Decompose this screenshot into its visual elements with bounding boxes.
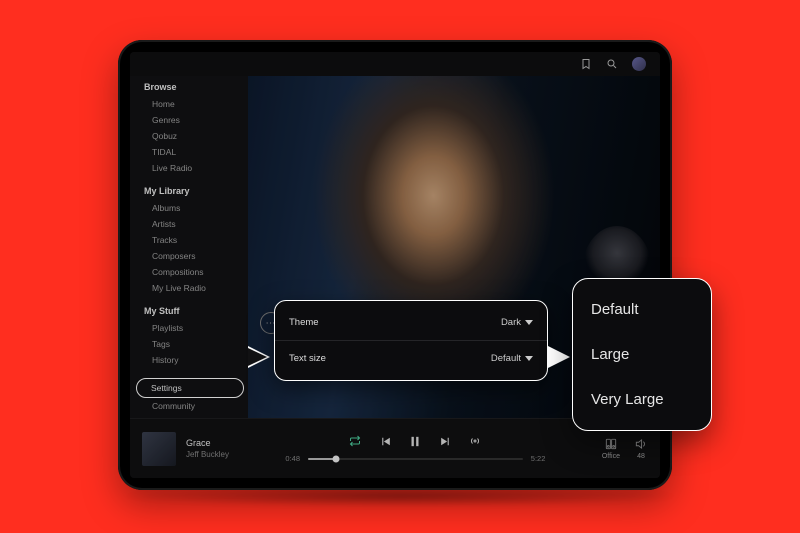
callout-arrow-2 [548,346,570,368]
track-title: Grace [186,438,229,448]
loop-button[interactable] [348,434,362,448]
progress-bar[interactable]: 0:48 5:22 [285,454,545,463]
track-thumbnail[interactable] [142,432,176,466]
avatar[interactable] [632,57,646,71]
settings-value-textsize: Default [491,353,521,364]
radio-button[interactable] [468,434,482,448]
track-info: Grace Jeff Buckley [186,438,229,459]
time-total: 5:22 [531,454,546,463]
zone-picker[interactable]: Office [602,437,620,460]
settings-label-theme: Theme [289,317,319,328]
chevron-down-icon [525,320,533,325]
sidebar-item-live-radio[interactable]: Live Radio [144,160,248,176]
track-artist: Jeff Buckley [186,450,229,459]
chevron-down-icon [525,356,533,361]
textsize-options-popover: Default Large Very Large [572,278,712,431]
sidebar-section-browse: Browse [144,82,248,92]
top-bar [130,52,660,76]
textsize-option-large[interactable]: Large [573,332,711,377]
next-button[interactable] [438,434,452,448]
search-icon[interactable] [606,58,618,70]
sidebar-item-albums[interactable]: Albums [144,200,248,216]
settings-row-theme[interactable]: Theme Dark [275,305,547,340]
bookmark-icon[interactable] [580,58,592,70]
sidebar-item-tidal[interactable]: TIDAL [144,144,248,160]
sidebar-item-composers[interactable]: Composers [144,248,248,264]
sidebar-item-community[interactable]: Community [144,398,248,414]
pause-button[interactable] [408,434,422,448]
sidebar-item-artists[interactable]: Artists [144,216,248,232]
sidebar-item-my-live-radio[interactable]: My Live Radio [144,280,248,296]
settings-value-theme: Dark [501,317,521,328]
zone-label: Office [602,453,620,460]
sidebar-item-support[interactable]: Support [144,414,248,418]
prev-button[interactable] [378,434,392,448]
settings-panel: Theme Dark Text size Default [274,300,548,381]
sidebar-section-mystuff: My Stuff [144,306,248,316]
sidebar-item-qobuz[interactable]: Qobuz [144,128,248,144]
sidebar-item-tags[interactable]: Tags [144,336,248,352]
settings-label-textsize: Text size [289,353,326,364]
settings-row-textsize[interactable]: Text size Default [275,340,547,376]
sidebar-section-library: My Library [144,186,248,196]
time-elapsed: 0:48 [285,454,300,463]
sidebar-item-history[interactable]: History [144,352,248,368]
sidebar-item-genres[interactable]: Genres [144,112,248,128]
sidebar-item-tracks[interactable]: Tracks [144,232,248,248]
sidebar-item-playlists[interactable]: Playlists [144,320,248,336]
speaker-group-icon [604,437,618,451]
callout-arrow-1 [248,346,270,368]
sidebar: Browse Home Genres Qobuz TIDAL Live Radi… [130,76,248,418]
sidebar-item-compositions[interactable]: Compositions [144,264,248,280]
volume-icon [634,437,648,451]
volume-control[interactable]: 48 [634,437,648,460]
textsize-option-default[interactable]: Default [573,287,711,332]
sidebar-item-settings[interactable]: Settings [136,378,244,398]
textsize-option-verylarge[interactable]: Very Large [573,377,711,422]
sidebar-item-home[interactable]: Home [144,96,248,112]
volume-value: 48 [637,453,645,460]
